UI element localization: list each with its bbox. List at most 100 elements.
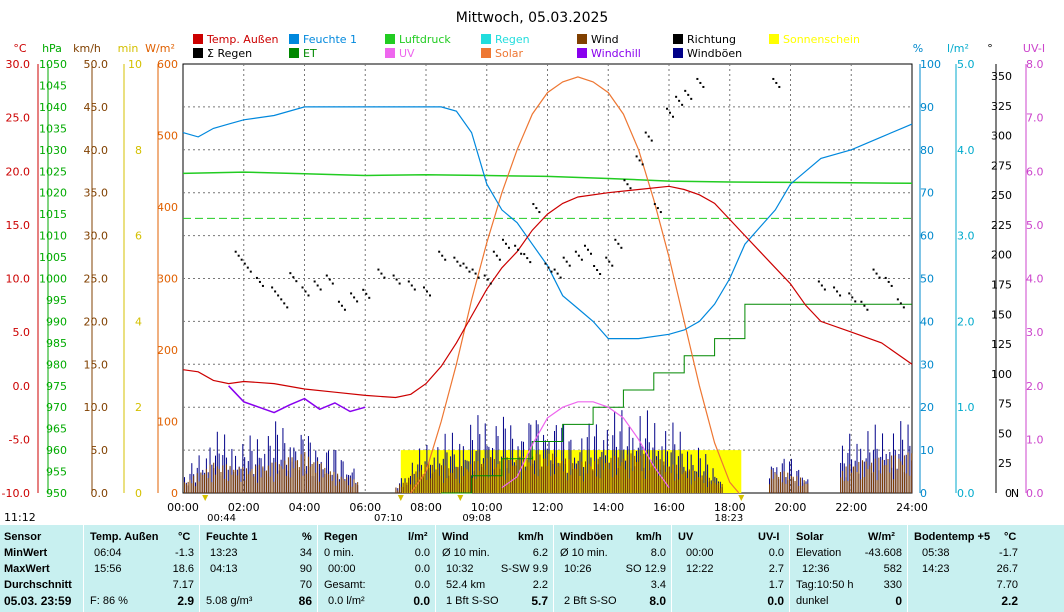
temp-max-time: 15:56 xyxy=(94,563,122,575)
x-tick-label: 00:00 xyxy=(167,501,199,514)
solar-r2-time: 12:36 xyxy=(802,563,830,575)
direction-point xyxy=(362,288,365,291)
feuchte-min-time: 13:23 xyxy=(210,547,238,559)
direction-point xyxy=(529,261,532,264)
regen-unit: l/m² xyxy=(408,531,428,543)
direction-point xyxy=(659,211,662,214)
axis-tick: -10.0 xyxy=(2,487,30,500)
direction-point xyxy=(380,272,383,275)
axis-tick: 10 xyxy=(128,58,142,71)
direction-point xyxy=(559,276,562,279)
axis-tick: 5.0 xyxy=(91,444,109,457)
axis-tick: 70 xyxy=(920,187,934,200)
axis-tick: 15.0 xyxy=(6,219,31,232)
direction-point xyxy=(441,254,444,257)
axis-tick: 600 xyxy=(157,58,178,71)
direction-point xyxy=(884,276,887,279)
direction-point xyxy=(656,207,659,210)
direction-point xyxy=(313,280,316,283)
direction-point xyxy=(340,304,343,307)
uv-section: UV UV-I 00:00 0.0 12:22 2.7 1.7 0.0 xyxy=(672,525,790,612)
legend-swatch xyxy=(289,48,299,58)
axis-tick: 1035 xyxy=(39,122,67,135)
axis-tick: 325 xyxy=(991,100,1012,113)
legend-swatch xyxy=(577,34,587,44)
axis-tick: 200 xyxy=(991,249,1012,262)
direction-point xyxy=(820,284,823,287)
axis-tick: 15.0 xyxy=(84,358,109,371)
axis-tick: 1015 xyxy=(39,208,67,221)
axis-tick: 50 xyxy=(920,273,934,286)
boeen-r2-dir: SO 12.9 xyxy=(625,563,666,575)
axis-tick: 0 xyxy=(920,487,927,500)
direction-point xyxy=(498,258,501,261)
direction-point xyxy=(234,250,237,253)
boeen-r3: 3.4 xyxy=(650,579,666,591)
boden-header: Bodentemp +5 xyxy=(914,531,991,543)
date-label: 05.03. 23:59 xyxy=(4,594,72,608)
direction-point xyxy=(429,294,431,297)
axis-tick: 400 xyxy=(157,201,178,214)
uv-r1-time: 00:00 xyxy=(686,547,714,559)
direction-point xyxy=(574,250,577,253)
direction-point xyxy=(635,155,638,158)
direction-point xyxy=(532,203,535,206)
direction-point xyxy=(872,268,875,271)
direction-point xyxy=(459,264,462,267)
x-tick-label: 12:00 xyxy=(532,501,564,514)
direction-point xyxy=(331,282,334,285)
direction-point xyxy=(483,274,486,277)
temp-avg: 7.17 xyxy=(172,579,194,591)
direction-point xyxy=(249,270,252,273)
axis-tick: 275 xyxy=(991,159,1012,172)
direction-point xyxy=(377,268,380,271)
axis-tick: 1.0 xyxy=(957,401,975,414)
chart-title: Mittwoch, 05.03.2025 xyxy=(456,10,609,26)
direction-point xyxy=(696,77,699,80)
direction-point xyxy=(280,298,283,301)
direction-point xyxy=(778,85,781,88)
axis-tick: 1000 xyxy=(39,273,67,286)
direction-point xyxy=(641,163,644,166)
direction-point xyxy=(666,107,668,110)
direction-point xyxy=(271,286,274,289)
boeen-r1: 8.0 xyxy=(650,547,666,559)
direction-point xyxy=(471,268,474,271)
legend-label: Temp. Außen xyxy=(206,33,279,46)
direction-point xyxy=(292,276,295,279)
wind-distance: 52.4 km xyxy=(446,579,486,591)
legend-swatch xyxy=(769,34,779,44)
direction-point xyxy=(423,286,425,289)
legend-label: Feuchte 1 xyxy=(303,33,357,46)
direction-point xyxy=(319,288,322,291)
axis-tick: 30 xyxy=(920,358,934,371)
direction-point xyxy=(860,300,863,303)
uv-r1: 0.0 xyxy=(768,547,784,559)
feuchte-header: Feuchte 1 xyxy=(206,531,258,543)
direction-point xyxy=(823,288,826,291)
direction-point xyxy=(887,280,890,283)
axis-tick: 5.0 xyxy=(957,58,975,71)
axis-tick: 35.0 xyxy=(84,187,109,200)
direction-point xyxy=(535,207,538,210)
direction-point xyxy=(875,272,878,275)
direction-point xyxy=(836,290,839,293)
boden-min: -1.7 xyxy=(999,547,1018,559)
boeen-bft: 2 Bft S-SO xyxy=(564,595,617,607)
direction-point xyxy=(605,256,608,259)
boden-avg: 7.70 xyxy=(996,579,1018,591)
direction-point xyxy=(316,284,319,287)
sensor-section: Sensor MinWert MaxWert Durchschnitt 05.0… xyxy=(0,525,84,612)
direction-point xyxy=(368,296,371,299)
axis-tick: 6.0 xyxy=(1026,165,1044,178)
direction-point xyxy=(899,302,902,305)
feuchte-min: 34 xyxy=(299,547,312,559)
direction-point xyxy=(526,257,529,260)
solar-current: 0 xyxy=(895,594,902,608)
direction-point xyxy=(501,238,504,241)
direction-point xyxy=(565,260,568,263)
direction-point xyxy=(839,294,842,297)
direction-point xyxy=(848,292,851,295)
temp-section: Temp. Außen °C 06:04 -1.3 15:56 18.6 7.17 F… xyxy=(84,525,200,612)
direction-point xyxy=(851,296,854,299)
